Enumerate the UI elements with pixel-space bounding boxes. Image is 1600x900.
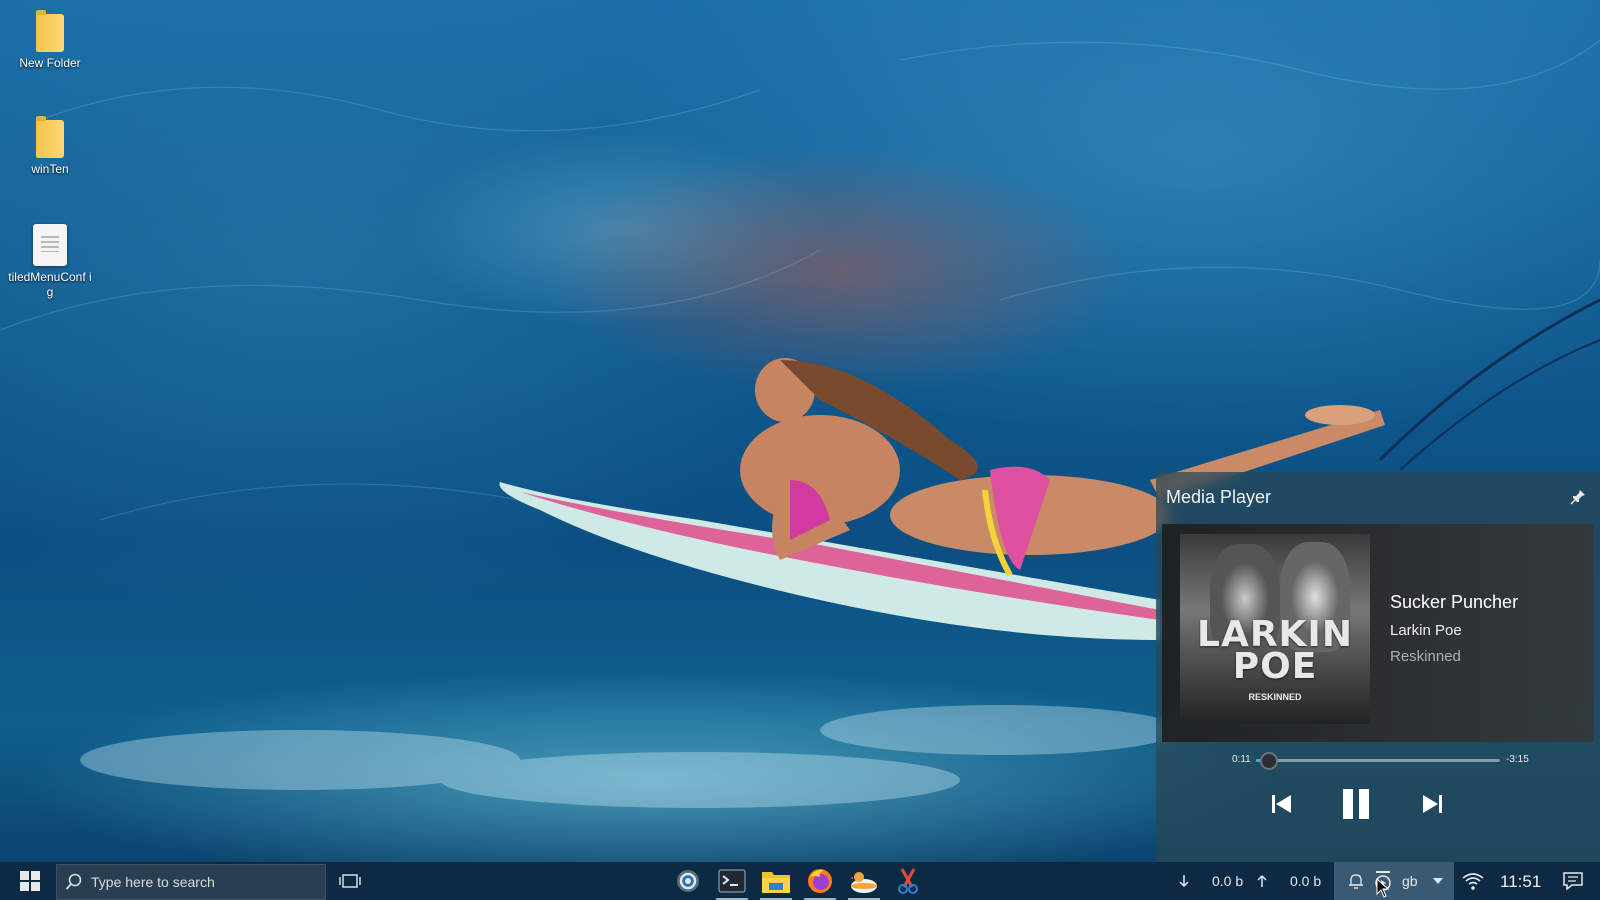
desktop-icon-new-folder[interactable]: New Folder [0,10,100,71]
pause-icon [1343,789,1369,819]
action-center-button[interactable] [1558,862,1588,900]
desktop-icon-label: tiledMenuConf ig [8,270,92,299]
keyboard-layout[interactable]: gb [1402,873,1418,889]
download-speed: 0.0 b [1212,873,1244,889]
now-playing-card: LARKIN POE RESKINNED Sucker Puncher Lark… [1162,524,1594,742]
track-title: Sucker Puncher [1390,592,1519,612]
cover-album-text: RESKINNED [1248,692,1302,702]
wifi-icon [1462,873,1484,890]
seek-slider-handle[interactable] [1260,752,1279,770]
cover-band-line2: POE [1232,646,1318,687]
current-time: 0:11 [1232,754,1251,765]
playback-progress: 0:11 -3:15 [1156,750,1600,770]
mouse-cursor-icon [1376,878,1390,898]
windows-logo-icon [20,871,40,891]
desktop-icon-label: winTen [31,162,69,176]
next-track-button[interactable] [1410,784,1454,824]
download-speed-icon [1176,862,1192,900]
chevron-down-icon [1433,878,1443,884]
wifi-tray-button[interactable] [1458,862,1488,900]
firefox-app-button[interactable] [800,862,840,900]
pin-button[interactable] [1568,487,1588,507]
media-player-header: Media Player [1156,472,1600,522]
pin-icon [1570,490,1585,505]
tray-expand-button[interactable] [1428,862,1448,900]
desktop-icon-tiledmenuconfig[interactable]: tiledMenuConf ig [0,224,100,300]
media-player-popup: Media Player LARKIN POE RESKINNED Sucker… [1156,472,1600,862]
start-button[interactable] [10,862,50,900]
play-pause-button[interactable] [1334,784,1378,824]
settings-icon [677,870,699,892]
upload-speed: 0.0 b [1290,873,1322,889]
firefox-icon [808,869,832,893]
seek-slider[interactable] [1256,752,1500,770]
taskbar: 0.0 b 0.0 b gb 11:51 [0,862,1600,900]
scissors-app-button[interactable] [888,862,928,900]
folder-icon [36,116,64,158]
scissors-app-icon [898,868,918,894]
playback-controls [1156,784,1600,824]
terminal-icon [718,869,746,893]
search-input[interactable] [91,874,321,890]
file-icon [33,224,67,266]
taskbar-search[interactable] [56,864,326,900]
track-album: Reskinned [1390,648,1461,665]
album-cover: LARKIN POE RESKINNED [1180,534,1370,724]
media-player-title: Media Player [1166,486,1272,507]
remaining-time: -3:15 [1506,754,1529,765]
duck-app-icon [850,872,877,893]
notification-center-icon [1563,872,1583,891]
folder-icon [36,10,64,52]
notifications-tray-button[interactable] [1344,862,1368,900]
task-view-button[interactable] [333,862,367,900]
duck-app-button[interactable] [844,862,884,900]
track-artist: Larkin Poe [1390,622,1462,639]
alarm-bell-icon [1349,874,1363,889]
settings-app-button[interactable] [668,862,708,900]
clock[interactable]: 11:51 [1500,872,1541,892]
search-icon [65,873,82,890]
upload-speed-icon [1254,862,1270,900]
previous-track-button[interactable] [1260,784,1304,824]
task-view-icon [339,874,361,888]
terminal-app-button[interactable] [712,862,752,900]
desktop-icon-label: New Folder [19,56,81,70]
file-manager-icon [762,872,790,893]
skip-next-icon [1423,795,1442,813]
skip-previous-icon [1272,795,1291,813]
file-manager-app-button[interactable] [756,862,796,900]
desktop-icon-winten[interactable]: winTen [0,116,100,177]
